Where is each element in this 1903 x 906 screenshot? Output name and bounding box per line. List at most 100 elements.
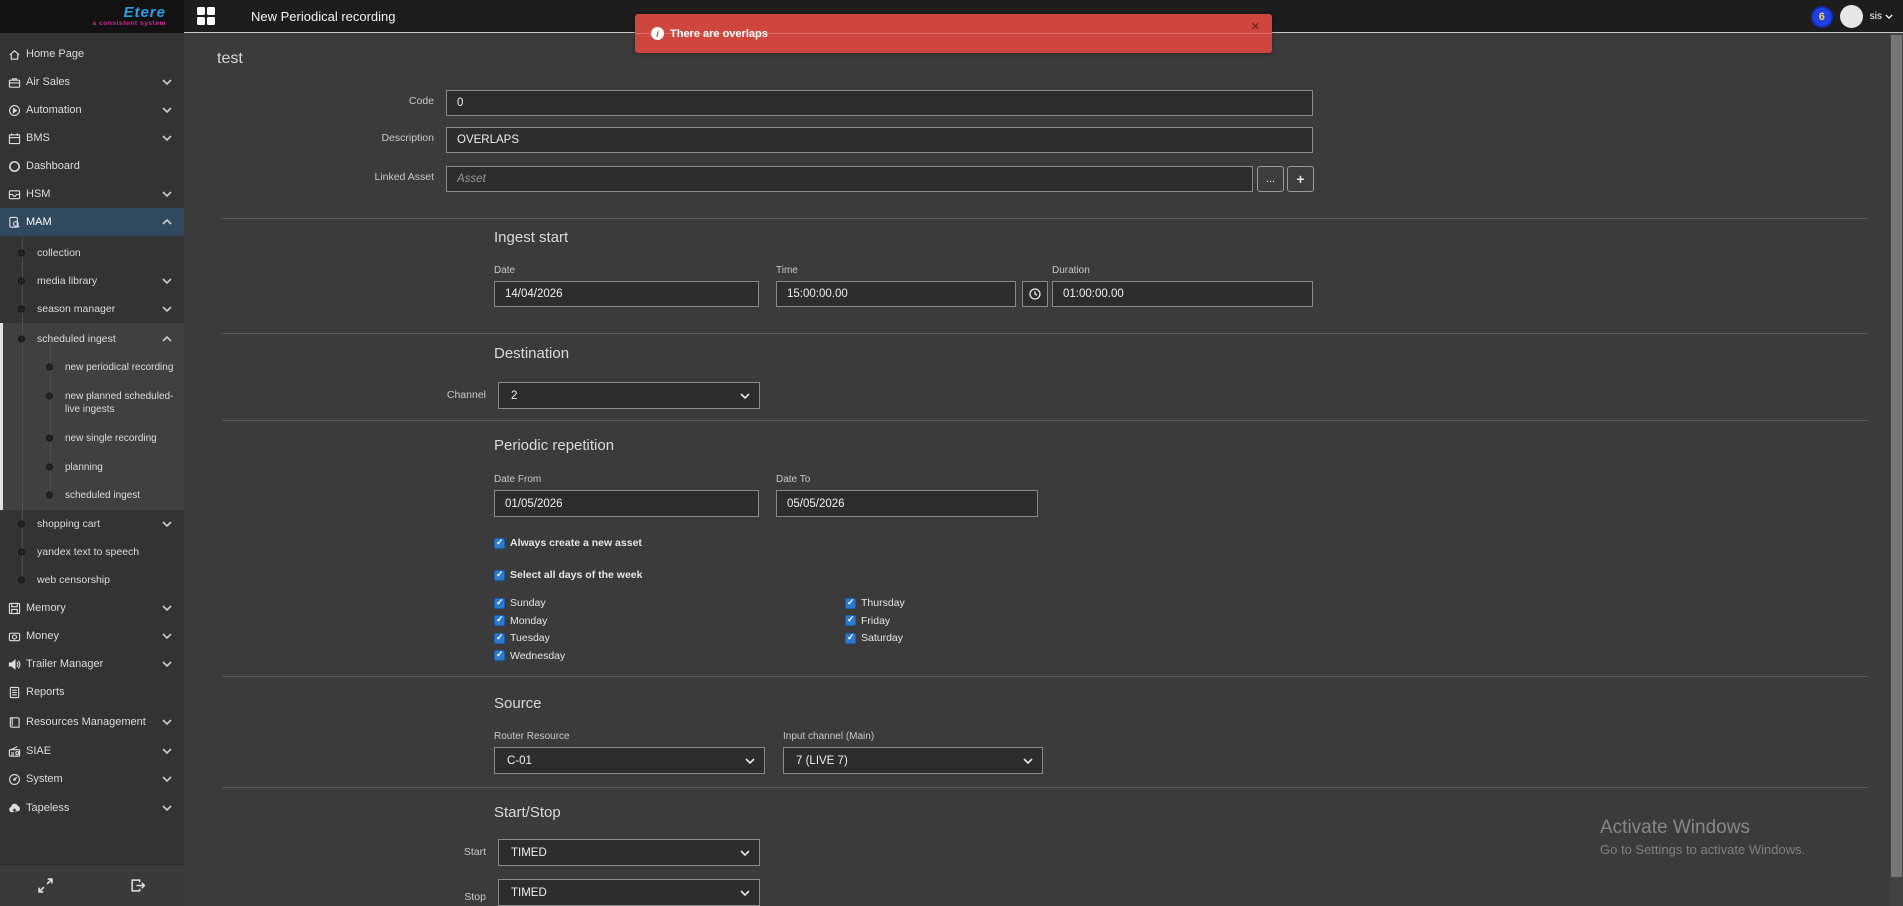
- section-start-stop: Start/Stop: [494, 804, 561, 821]
- sidebar-item-memory[interactable]: Memory: [0, 594, 184, 622]
- checkbox-tuesday-row: Tuesday: [494, 631, 550, 645]
- sidebar-item-label: Memory: [26, 602, 66, 615]
- expand-arrows-icon[interactable]: [38, 878, 53, 893]
- ingest-time-input[interactable]: [776, 281, 1016, 307]
- sidebar-footer: [0, 864, 184, 906]
- chevron-down-icon: [162, 306, 172, 312]
- sidebar-item-system[interactable]: System: [0, 765, 184, 793]
- sidebar-item-scheduled-ingest[interactable]: scheduled ingest: [0, 325, 184, 353]
- alert-banner: i There are overlaps ✕: [635, 14, 1272, 53]
- sidebar-item-automation[interactable]: Automation: [0, 96, 184, 124]
- checkbox-friday[interactable]: [845, 615, 856, 626]
- chevron-down-icon: [162, 605, 172, 611]
- cloud-upload-icon: [7, 801, 21, 815]
- tree-node-dot: [18, 250, 25, 257]
- chevron-down-icon: [162, 805, 172, 811]
- sidebar-item-dashboard[interactable]: Dashboard: [0, 152, 184, 180]
- duration-label: Duration: [1052, 265, 1090, 276]
- sidebar-item-trailer-manager[interactable]: Trailer Manager: [0, 650, 184, 678]
- divider: [222, 676, 1868, 677]
- checkbox-sunday-label: Sunday: [510, 597, 546, 609]
- ingest-date-input[interactable]: [494, 281, 759, 307]
- checkbox-tuesday[interactable]: [494, 633, 505, 644]
- scrollbar[interactable]: [1890, 33, 1903, 906]
- channel-select-value: 2: [511, 390, 517, 402]
- alert-message: There are overlaps: [670, 28, 768, 40]
- watermark-line1: Activate Windows: [1600, 817, 1805, 839]
- linked-asset-input[interactable]: [446, 166, 1253, 192]
- sidebar-item-label: scheduled ingest: [65, 489, 140, 502]
- file-text-icon: [7, 685, 21, 699]
- channel-select[interactable]: 2: [498, 382, 760, 409]
- chevron-down-icon: [162, 191, 172, 197]
- sidebar-item-web-censorship[interactable]: web censorship: [0, 566, 184, 594]
- sidebar-item-reports[interactable]: Reports: [0, 678, 184, 706]
- date-from-input[interactable]: [494, 490, 759, 517]
- sidebar-item-planning[interactable]: planning: [0, 453, 184, 481]
- input-channel-select[interactable]: 7 (LIVE 7): [783, 747, 1043, 774]
- waffle-grid-icon[interactable]: [197, 7, 215, 25]
- sidebar-item-home-page[interactable]: Home Page: [0, 40, 184, 68]
- description-input[interactable]: [446, 127, 1313, 153]
- sidebar-item-resources-management[interactable]: Resources Management: [0, 708, 184, 736]
- checkbox-saturday[interactable]: [845, 633, 856, 644]
- sidebar-item-new-planned-scheduled-live-ingests[interactable]: new planned scheduled-live ingests: [0, 382, 184, 424]
- sidebar-item-tapeless[interactable]: Tapeless: [0, 794, 184, 822]
- sidebar-item-siae[interactable]: SIAE: [0, 737, 184, 765]
- chevron-down-icon: [162, 135, 172, 141]
- avatar[interactable]: [1840, 5, 1863, 28]
- sidebar-item-mam[interactable]: MAM: [0, 208, 184, 236]
- code-input[interactable]: [446, 90, 1313, 116]
- sidebar-item-new-periodical-recording[interactable]: new periodical recording: [0, 353, 184, 381]
- sidebar-item-media-library[interactable]: media library: [0, 267, 184, 295]
- info-circle-icon: i: [651, 27, 664, 40]
- sidebar-item-bms[interactable]: BMS: [0, 124, 184, 152]
- scrollbar-thumb[interactable]: [1891, 35, 1902, 877]
- close-icon[interactable]: ✕: [1251, 20, 1260, 33]
- stop-select[interactable]: TIMED: [498, 879, 760, 906]
- checkbox-thursday[interactable]: [845, 598, 856, 609]
- checkbox-select-all-days-of-the-week[interactable]: [494, 570, 505, 581]
- chevron-down-icon: [162, 661, 172, 667]
- home-icon: [7, 47, 21, 61]
- floppy-icon: [7, 601, 21, 615]
- tree-node-dot: [18, 278, 25, 285]
- checkbox-monday[interactable]: [494, 615, 505, 626]
- start-select-value: TIMED: [511, 847, 547, 859]
- checkbox-sunday[interactable]: [494, 598, 505, 609]
- checkbox-tuesday-label: Tuesday: [510, 632, 550, 644]
- sidebar-item-new-single-recording[interactable]: new single recording: [0, 424, 184, 452]
- section-ingest-start: Ingest start: [494, 229, 568, 246]
- divider: [222, 218, 1868, 219]
- browse-asset-button[interactable]: ...: [1257, 166, 1284, 192]
- sidebar-item-money[interactable]: Money: [0, 622, 184, 650]
- duration-input[interactable]: [1052, 281, 1313, 307]
- sidebar-item-label: Tapeless: [26, 802, 69, 815]
- sidebar-item-scheduled-ingest[interactable]: scheduled ingest: [0, 481, 184, 509]
- sidebar-item-collection[interactable]: collection: [0, 239, 184, 267]
- date-to-input[interactable]: [776, 490, 1038, 517]
- tree-node-dot: [46, 435, 53, 442]
- gauge-icon: [7, 772, 21, 786]
- add-asset-button[interactable]: +: [1287, 166, 1314, 192]
- sidebar-item-label: collection: [37, 247, 81, 260]
- sidebar-item-yandex-text-to-speech[interactable]: yandex text to speech: [0, 538, 184, 566]
- notification-badge[interactable]: 6: [1811, 6, 1833, 28]
- sidebar-item-hsm[interactable]: HSM: [0, 180, 184, 208]
- checkbox-always-create-a-new-asset-label: Always create a new asset: [510, 537, 642, 549]
- sidebar-item-shopping-cart[interactable]: shopping cart: [0, 510, 184, 538]
- chevron-down-icon: [162, 79, 172, 85]
- logout-icon[interactable]: [130, 878, 145, 893]
- sidebar-item-season-manager[interactable]: season manager: [0, 295, 184, 323]
- clock-icon[interactable]: [1022, 281, 1048, 307]
- user-menu[interactable]: sis: [1870, 11, 1893, 22]
- start-label: Start: [366, 846, 486, 858]
- checkbox-wednesday[interactable]: [494, 650, 505, 661]
- tree-node-dot: [18, 577, 25, 584]
- checkbox-always-create-a-new-asset[interactable]: [494, 538, 505, 549]
- sidebar-item-label: new single recording: [65, 432, 157, 445]
- sidebar-item-air-sales[interactable]: Air Sales: [0, 68, 184, 96]
- sidebar-item-label: shopping cart: [37, 518, 100, 531]
- start-select[interactable]: TIMED: [498, 839, 760, 866]
- router-resource-select[interactable]: C-01: [494, 747, 765, 774]
